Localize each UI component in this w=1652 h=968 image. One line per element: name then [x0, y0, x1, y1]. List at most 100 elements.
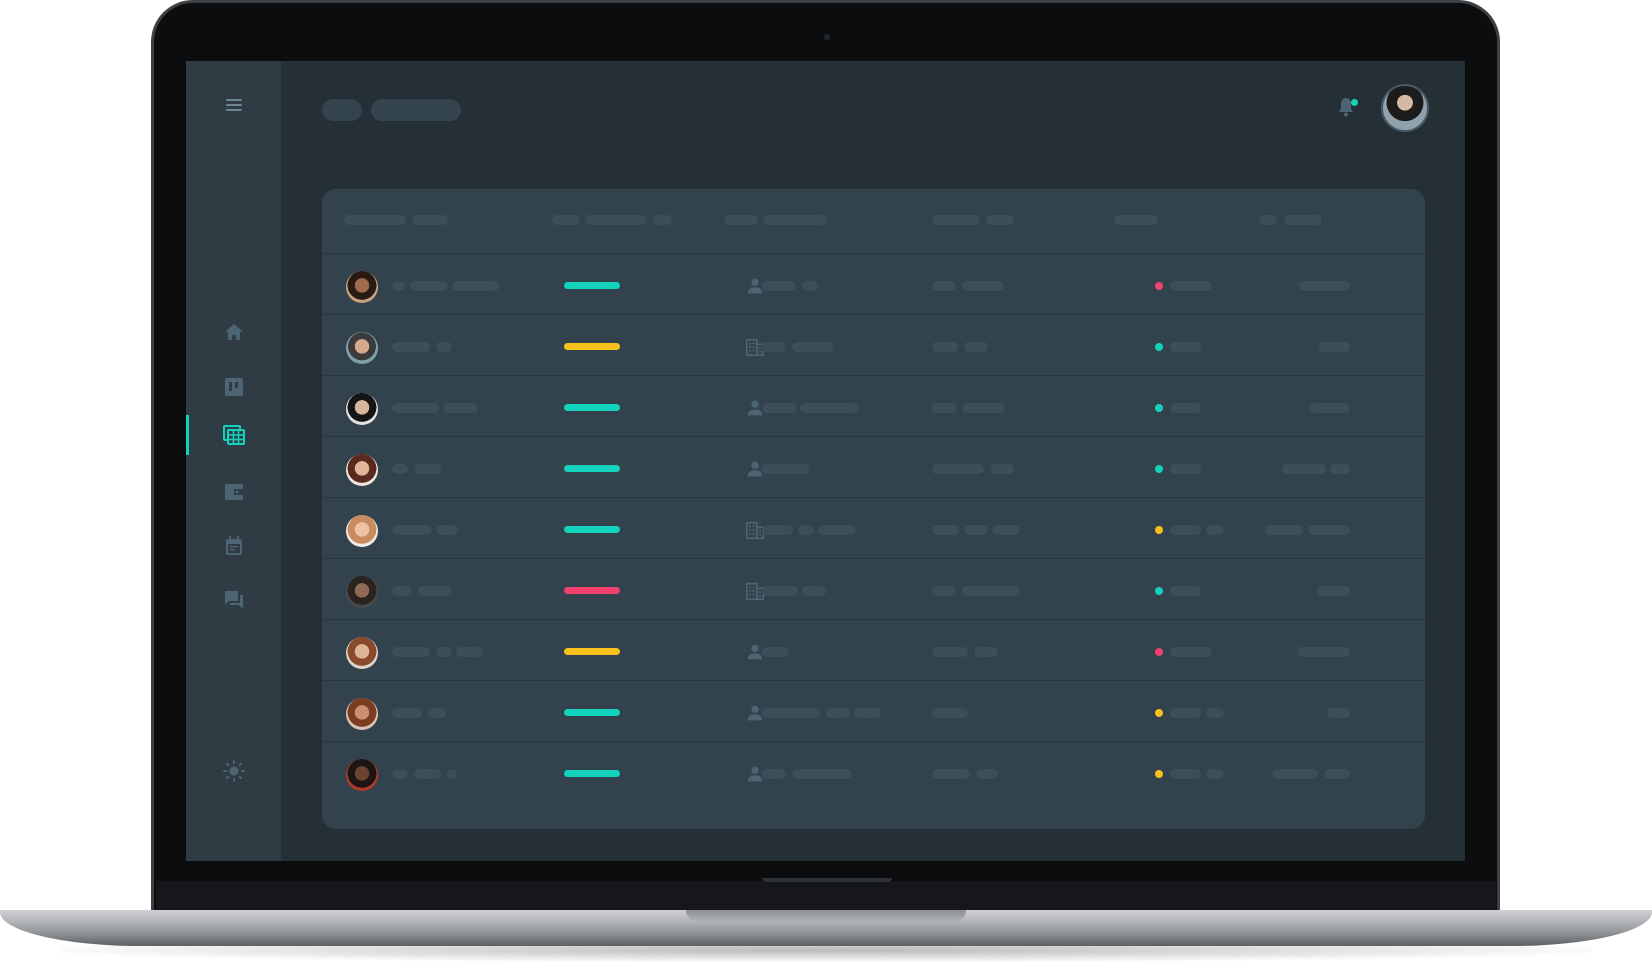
person-1-avatar: [346, 271, 378, 303]
home-icon[interactable]: [222, 320, 246, 344]
table-row[interactable]: [322, 498, 1425, 562]
type-placeholder: [798, 525, 814, 535]
state-dot: [1155, 770, 1163, 778]
breadcrumb-current[interactable]: [371, 99, 461, 121]
state-dot: [1155, 465, 1163, 473]
table-header-row: [322, 189, 1425, 253]
column-header: [344, 215, 406, 225]
table-icon[interactable]: [222, 423, 246, 447]
detail-placeholder: [932, 281, 956, 291]
sidebar: [186, 61, 281, 861]
app-screen: [186, 61, 1465, 861]
name-placeholder: [392, 647, 430, 657]
detail-placeholder: [932, 586, 956, 596]
column-header: [932, 215, 980, 225]
name-placeholder: [392, 464, 408, 474]
person-4-avatar: [346, 454, 378, 486]
detail-placeholder: [964, 342, 988, 352]
name-placeholder: [414, 769, 441, 779]
theme-toggle-icon[interactable]: [222, 759, 246, 783]
detail-placeholder: [932, 708, 968, 718]
value-placeholder: [1324, 769, 1350, 779]
name-placeholder: [392, 281, 405, 291]
detail-placeholder: [932, 769, 970, 779]
name-placeholder: [444, 403, 478, 413]
table-row[interactable]: [322, 742, 1425, 806]
status-indicator: [564, 465, 620, 472]
status-indicator: [564, 404, 620, 411]
type-placeholder: [800, 403, 858, 413]
type-placeholder: [826, 708, 850, 718]
state-placeholder: [1206, 525, 1224, 535]
value-placeholder: [1297, 647, 1350, 657]
value-placeholder: [1308, 525, 1350, 535]
value-placeholder: [1282, 464, 1326, 474]
laptop-hinge: [762, 878, 892, 882]
state-placeholder: [1170, 464, 1201, 474]
value-placeholder: [1319, 342, 1350, 352]
status-indicator: [564, 648, 620, 655]
user-avatar[interactable]: [1381, 84, 1429, 132]
detail-placeholder: [932, 525, 959, 535]
chat-icon[interactable]: [222, 588, 246, 612]
value-placeholder: [1327, 708, 1350, 718]
status-indicator: [564, 526, 620, 533]
person-9-avatar: [346, 759, 378, 791]
table-row[interactable]: [322, 620, 1425, 684]
name-placeholder: [452, 281, 499, 291]
column-header: [763, 215, 827, 225]
value-placeholder: [1265, 525, 1303, 535]
type-placeholder: [762, 281, 796, 291]
calendar-icon[interactable]: [222, 534, 246, 558]
name-placeholder: [392, 769, 408, 779]
state-placeholder: [1206, 769, 1224, 779]
table-row[interactable]: [322, 559, 1425, 623]
state-placeholder: [1170, 525, 1201, 535]
detail-placeholder: [932, 464, 984, 474]
table-row[interactable]: [322, 315, 1425, 379]
column-header: [1284, 215, 1322, 225]
state-dot: [1155, 526, 1163, 534]
menu-icon[interactable]: [222, 93, 246, 117]
active-indicator: [186, 415, 189, 455]
table-row[interactable]: [322, 376, 1425, 440]
state-placeholder: [1170, 403, 1201, 413]
name-placeholder: [428, 708, 446, 718]
column-header: [585, 215, 647, 225]
name-placeholder: [436, 525, 458, 535]
state-dot: [1155, 404, 1163, 412]
name-placeholder: [392, 708, 422, 718]
state-dot: [1155, 282, 1163, 290]
table-row[interactable]: [322, 437, 1425, 501]
type-placeholder: [762, 769, 786, 779]
table-row[interactable]: [322, 681, 1425, 745]
detail-placeholder: [974, 647, 998, 657]
state-dot: [1155, 343, 1163, 351]
breadcrumb-home[interactable]: [322, 99, 362, 121]
board-icon[interactable]: [222, 375, 246, 399]
type-placeholder: [762, 403, 796, 413]
detail-placeholder: [962, 281, 1004, 291]
data-table: [322, 189, 1425, 829]
state-placeholder: [1170, 281, 1212, 291]
column-header: [552, 215, 580, 225]
name-placeholder: [392, 525, 432, 535]
value-placeholder: [1309, 403, 1350, 413]
state-placeholder: [1170, 708, 1201, 718]
name-placeholder: [410, 281, 448, 291]
detail-placeholder: [932, 342, 958, 352]
status-indicator: [564, 709, 620, 716]
value-placeholder: [1299, 281, 1350, 291]
person-5-avatar: [346, 515, 378, 547]
value-placeholder: [1317, 586, 1350, 596]
state-dot: [1155, 648, 1163, 656]
column-header: [653, 215, 672, 225]
state-placeholder: [1170, 586, 1201, 596]
table-row[interactable]: [322, 254, 1425, 318]
wallet-icon[interactable]: [222, 480, 246, 504]
type-placeholder: [792, 342, 834, 352]
state-placeholder: [1206, 708, 1224, 718]
detail-placeholder: [992, 525, 1020, 535]
type-placeholder: [762, 708, 820, 718]
column-header: [1114, 215, 1158, 225]
